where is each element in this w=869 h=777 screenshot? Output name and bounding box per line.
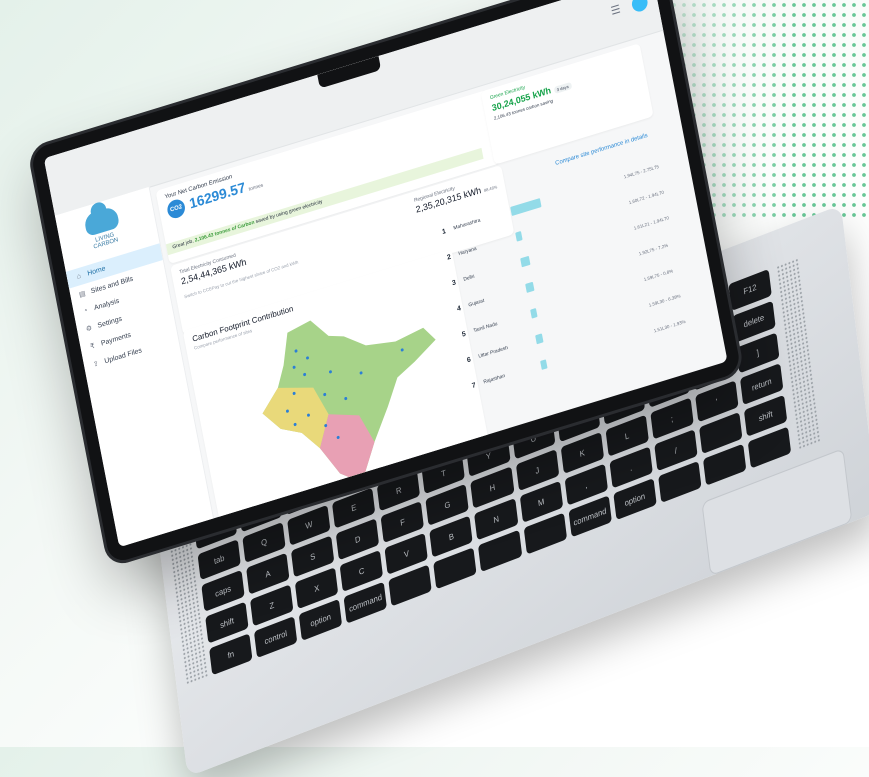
rank-bar [515, 230, 523, 242]
gear-icon: ⚙ [85, 324, 93, 334]
rank-bar [525, 281, 535, 293]
rank-range: 1.94L75 - 2.75L75 [623, 163, 660, 180]
co2-icon: CO2 [165, 197, 187, 221]
brand-logo[interactable]: LIVING CARBON [77, 204, 128, 254]
sidebar-item-label: Home [86, 265, 107, 278]
filter-icon[interactable]: ☰ [610, 1, 626, 19]
rank-bar [520, 255, 531, 267]
upload-icon: ⇪ [92, 360, 100, 369]
rank-bar [535, 332, 544, 344]
rank-bar [540, 358, 548, 370]
sidebar-item-label: Settings [96, 315, 123, 330]
rank-range: 1.51L30 - 1.93% [653, 318, 686, 333]
rank-range: 1.60L72 - 1.94L70 [628, 189, 665, 205]
rank-range: 1.59L75 - 0.8% [643, 267, 674, 282]
region-tag: 88.46% [483, 184, 498, 193]
rank-bar [510, 197, 542, 216]
home-icon: ⌂ [76, 272, 82, 281]
rank-range: 1.61L21 - 1.94L70 [633, 214, 670, 231]
rank-state-name: Rajasthan [482, 373, 506, 386]
rank-range: 1.92L75 - 7.2% [638, 242, 669, 257]
analysis-icon: ◔ [82, 307, 89, 316]
avatar[interactable] [630, 0, 649, 14]
emission-unit: tonnes [248, 182, 264, 193]
bills-icon: ▤ [78, 290, 87, 299]
rank-range: 1.59L30 - 6.39% [648, 292, 681, 308]
rank-bar [530, 307, 538, 319]
sidebar-item-label: Upload Files [103, 346, 143, 365]
sidebar-nav: ⌂ Home ▤ Sites and Bills ◔ Analysis ⚙ Settings ₹… [65, 243, 180, 376]
payments-icon: ₹ [89, 342, 96, 351]
